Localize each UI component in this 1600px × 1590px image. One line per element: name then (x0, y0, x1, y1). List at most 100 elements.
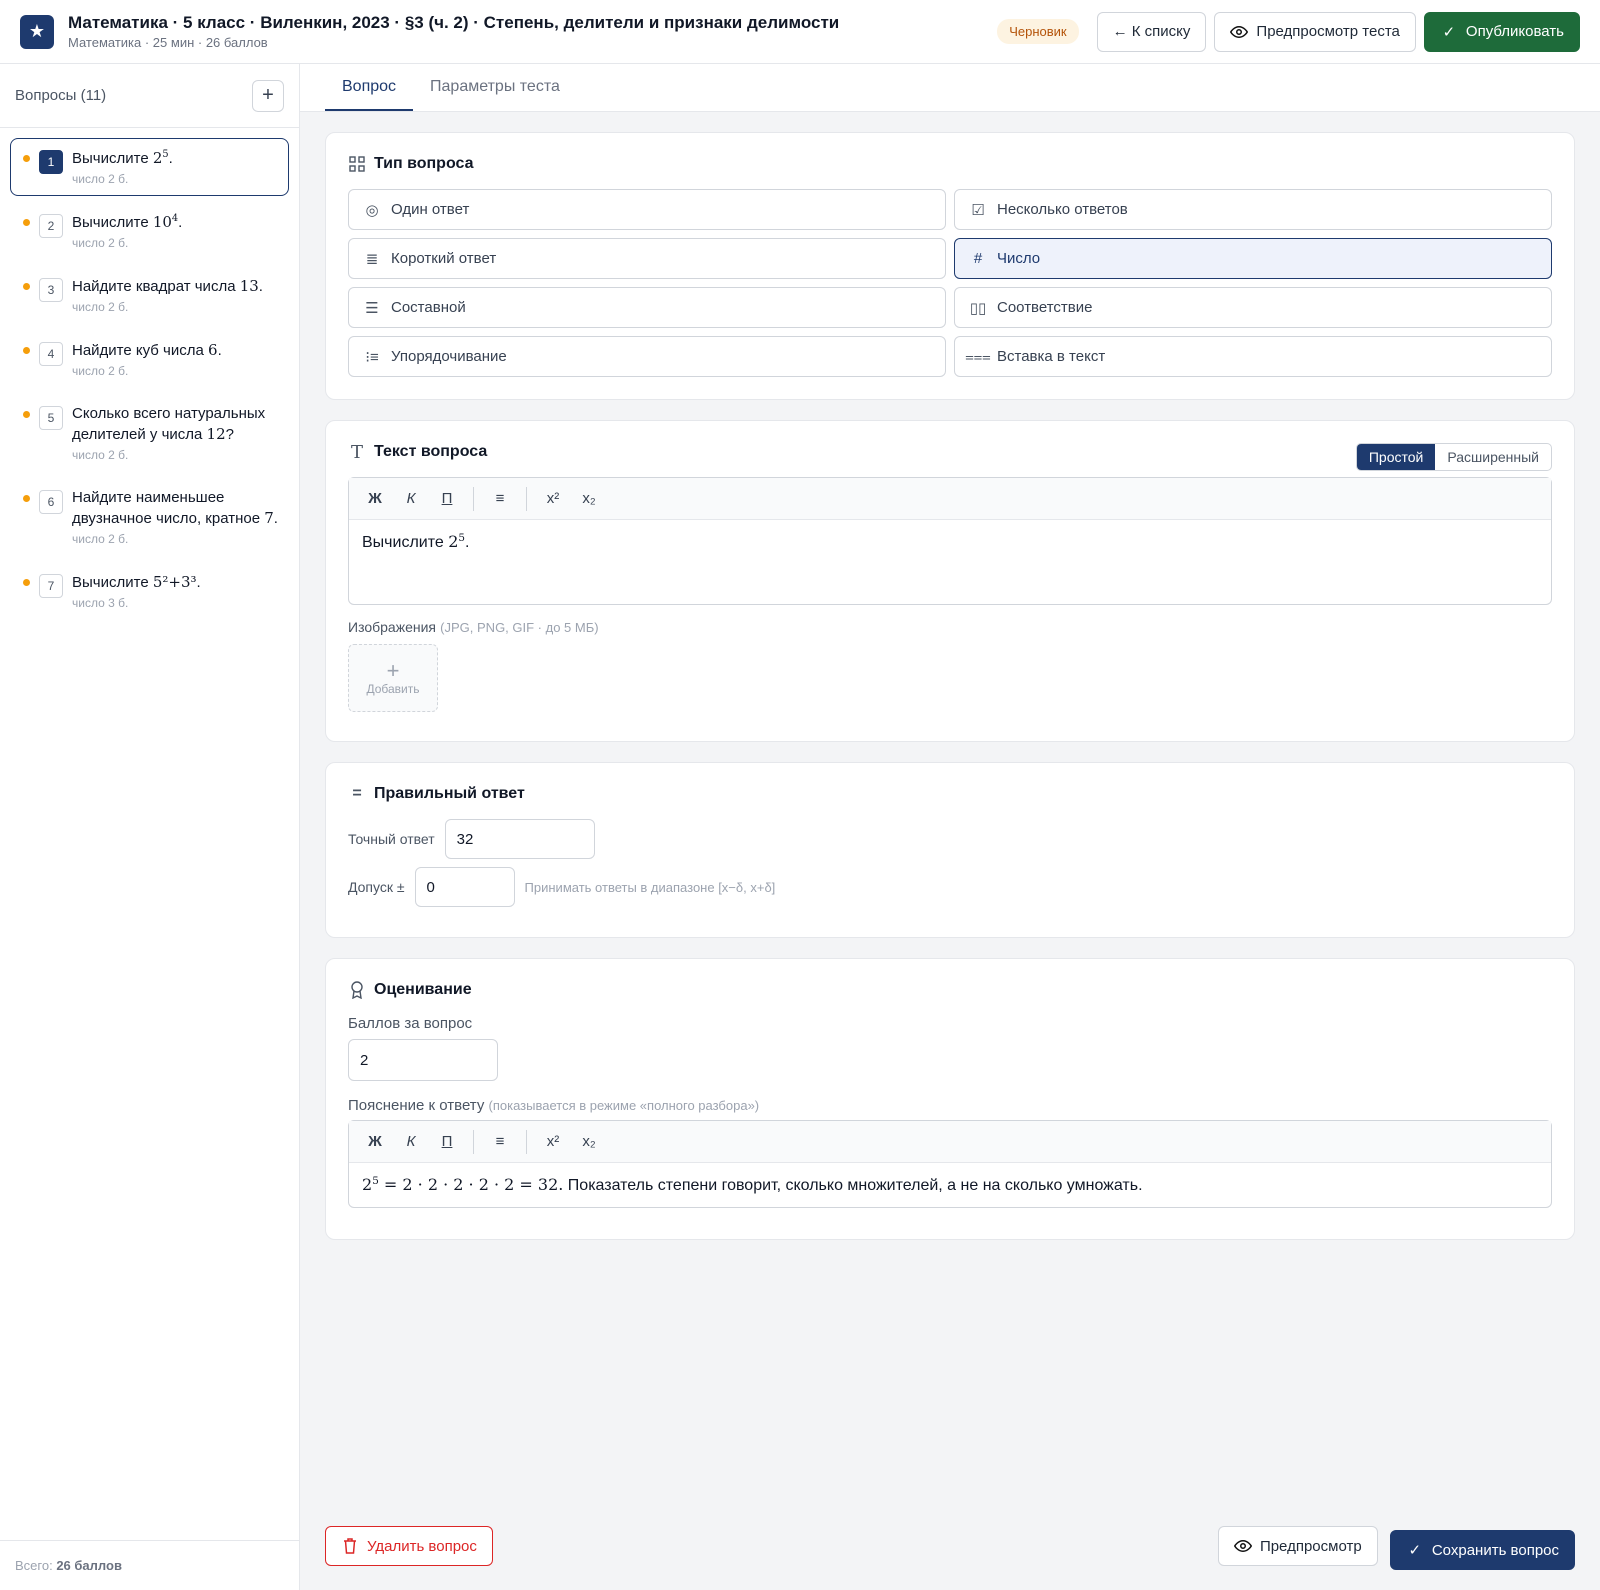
mode-simple-button[interactable]: Простой (1356, 444, 1436, 470)
preview-button[interactable]: Предпросмотр (1217, 1526, 1378, 1566)
publish-button[interactable]: ✓ Опубликовать (1423, 11, 1580, 52)
superscript-button[interactable]: x² (537, 485, 569, 513)
question-text-content[interactable]: Вычислите 25. (349, 520, 1551, 604)
star-logo-icon: ★ (20, 14, 54, 49)
questions-sidebar: Вопросы (11) + 1 Вычислите 25. число 2 б. 2… (0, 64, 300, 1590)
grading-card-title: Оценивание (374, 981, 472, 998)
list-button[interactable]: ≡ (484, 1128, 516, 1156)
content-math: 2 (448, 532, 459, 551)
superscript-button[interactable]: x² (537, 1128, 569, 1156)
question-text: Вычислите 5²+3³. (72, 572, 201, 593)
underline-button[interactable]: П (431, 1128, 463, 1156)
main-area: Вопрос Параметры теста Тип вопроса ◎ Один… (300, 64, 1600, 1590)
italic-button[interactable]: К (395, 1128, 427, 1156)
list-button[interactable]: ≡ (484, 485, 516, 513)
type-number[interactable]: # Число (954, 238, 1552, 279)
type-matching[interactable]: ▯▯ Соответствие (954, 287, 1552, 328)
type-composite-label: Составной (391, 299, 466, 316)
question-text: Вычислите 104. (72, 212, 182, 233)
question-text-prefix: Сколько всего натуральных делителей у чи… (72, 405, 266, 443)
add-question-button[interactable]: + (252, 79, 284, 112)
total-prefix: Всего: (15, 1558, 53, 1573)
radio-icon: ◎ (365, 201, 379, 219)
question-number: 1 (39, 150, 63, 174)
question-text-tail: . (178, 214, 183, 231)
question-text-prefix: Найдите куб числа (72, 342, 209, 359)
delete-label: Удалить вопрос (367, 1537, 477, 1555)
question-list-item[interactable]: 1 Вычислите 25. число 2 б. (10, 138, 289, 196)
question-list-item[interactable]: 6 Найдите наименьшее двузначное число, кр… (10, 478, 289, 556)
explanation-label: Пояснение к ответу (348, 1097, 485, 1114)
type-matching-label: Соответствие (997, 299, 1093, 316)
type-number-label: Число (997, 250, 1041, 267)
status-dot (23, 283, 30, 290)
question-text-tail: . (196, 574, 201, 591)
points-input[interactable]: 2 (348, 1039, 498, 1081)
equals-icon: = (352, 785, 362, 802)
question-list-item[interactable]: 2 Вычислите 104. число 2 б. (10, 202, 289, 260)
save-label: Сохранить вопрос (1431, 1541, 1559, 1559)
question-meta: число 2 б. (72, 172, 129, 186)
mode-advanced-button[interactable]: Расширенный (1435, 444, 1551, 470)
bold-button[interactable]: Ж (359, 1128, 391, 1156)
question-math: 10 (152, 213, 172, 231)
question-number: 4 (39, 342, 63, 366)
question-text-prefix: Найдите квадрат числа (72, 278, 240, 295)
type-multiple-label: Несколько ответов (997, 201, 1128, 218)
question-text: Найдите наименьшее двузначное число, кра… (72, 488, 278, 529)
type-short-answer[interactable]: ≣ Короткий ответ (348, 238, 946, 279)
status-dot (23, 579, 30, 586)
type-ordering[interactable]: ⁝≡ Упорядочивание (348, 336, 946, 377)
add-image-button[interactable]: + Добавить (348, 644, 438, 712)
ordered-list-icon: ⁝≡ (365, 348, 379, 366)
award-icon (348, 981, 366, 999)
type-fill-in[interactable]: ⩶ Вставка в текст (954, 336, 1552, 377)
test-title: Математика · 5 класс · Виленкин, 2023 · … (68, 13, 840, 32)
hash-icon: # (973, 250, 983, 267)
explanation-content[interactable]: 25 = 2 · 2 · 2 · 2 · 2 = 32. Показатель … (349, 1163, 1551, 1207)
plus-icon: + (386, 658, 400, 683)
question-list-item[interactable]: 7 Вычислите 5²+3³. число 3 б. (10, 562, 289, 620)
delete-question-button[interactable]: Удалить вопрос (325, 1526, 493, 1566)
subscript-button[interactable]: x₂ (573, 485, 605, 513)
preview-test-button[interactable]: Предпросмотр теста (1214, 11, 1416, 52)
question-text-tail: . (168, 150, 173, 167)
save-question-button[interactable]: ✓ Сохранить вопрос (1389, 1530, 1575, 1570)
tolerance-label: Допуск ± (348, 879, 405, 895)
explanation-math-sup: 5 (372, 1174, 379, 1187)
question-number: 7 (39, 574, 63, 598)
question-list-item[interactable]: 3 Найдите квадрат числа 13. число 2 б. (10, 266, 289, 324)
eye-icon (1233, 1537, 1252, 1555)
question-text: Найдите куб числа 6. (72, 340, 222, 361)
explanation-editor: Ж К П ≡ x² x₂ 25 = 2 · 2 · 2 · 2 · 2 = 3… (348, 1120, 1552, 1208)
explanation-text: Показатель степени говорит, сколько множ… (563, 1177, 1143, 1194)
type-short-label: Короткий ответ (391, 250, 497, 267)
bold-button[interactable]: Ж (359, 485, 391, 513)
underline-button[interactable]: П (431, 485, 463, 513)
grid-icon (348, 155, 366, 173)
question-list-item[interactable]: 4 Найдите куб числа 6. число 2 б. (10, 330, 289, 388)
tab-test-params[interactable]: Параметры теста (413, 64, 577, 111)
question-math: 2 (152, 149, 163, 167)
question-text: Вычислите 25. (72, 148, 173, 169)
total-points: Всего: 26 баллов (0, 1540, 299, 1590)
tolerance-input[interactable]: 0 (414, 867, 515, 907)
italic-button[interactable]: К (395, 485, 427, 513)
question-number: 6 (39, 490, 63, 514)
question-list-item[interactable]: 5 Сколько всего натуральных делителей у ч… (10, 394, 289, 472)
answer-card-title: Правильный ответ (374, 785, 525, 802)
type-multiple-answers[interactable]: ☑ Несколько ответов (954, 189, 1552, 230)
back-to-list-button[interactable]: ← К списку (1096, 11, 1207, 52)
subscript-button[interactable]: x₂ (573, 1128, 605, 1156)
question-list: 1 Вычислите 25. число 2 б. 2 Вычислите 104. ч… (0, 128, 299, 636)
editor-mode-switch: Простой Расширенный (1355, 443, 1552, 471)
question-text-editor: Ж К П ≡ x² x₂ Вычислите 25. (348, 477, 1552, 605)
exact-answer-input[interactable]: 32 (444, 819, 595, 859)
type-single-answer[interactable]: ◎ Один ответ (348, 189, 946, 230)
editor-toolbar: Ж К П ≡ x² x₂ (349, 1121, 1551, 1163)
images-hint: (JPG, PNG, GIF · до 5 МБ) (440, 620, 599, 635)
tab-question[interactable]: Вопрос (325, 64, 414, 111)
question-meta: число 2 б. (72, 532, 129, 546)
text-card-title: Текст вопроса (374, 443, 488, 460)
type-composite[interactable]: ☰ Составной (348, 287, 946, 328)
